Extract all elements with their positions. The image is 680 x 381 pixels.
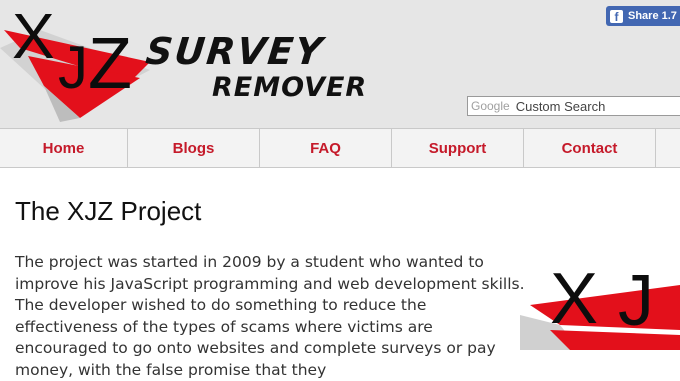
brand-survey-text: SURVEY bbox=[143, 30, 327, 73]
logo-letter-z: Z bbox=[88, 24, 132, 104]
facebook-share-button[interactable]: f Share 1.7 bbox=[606, 6, 680, 26]
site-logo[interactable]: X J Z SURVEY REMOVER bbox=[0, 0, 366, 128]
side-logo-letter-x: X bbox=[550, 259, 599, 339]
intro-paragraph: The project was started in 2009 by a stu… bbox=[15, 253, 525, 379]
side-logo-letter-j: J bbox=[618, 261, 654, 341]
main-navigation: Home Blogs FAQ Support Contact bbox=[0, 128, 680, 168]
brand-remover-text: REMOVER bbox=[212, 72, 368, 103]
share-label: Share 1.7 bbox=[628, 10, 677, 22]
search-placeholder: Custom Search bbox=[515, 98, 606, 114]
site-header: X J Z SURVEY REMOVER f Share 1.7 Google … bbox=[0, 0, 680, 128]
logo-letter-x: X bbox=[12, 0, 55, 72]
search-input[interactable]: Google Custom Search bbox=[467, 96, 680, 116]
side-logo-swoosh bbox=[520, 285, 680, 350]
side-logo-image: X J bbox=[520, 235, 680, 350]
logo-letter-j: J bbox=[58, 34, 88, 101]
google-brand-label: Google bbox=[471, 99, 510, 113]
facebook-icon: f bbox=[610, 9, 623, 23]
nav-item-blogs[interactable]: Blogs bbox=[128, 129, 260, 167]
nav-item-support[interactable]: Support bbox=[392, 129, 524, 167]
nav-item-contact[interactable]: Contact bbox=[524, 129, 656, 167]
nav-item-home[interactable]: Home bbox=[0, 129, 128, 167]
nav-item-faq[interactable]: FAQ bbox=[260, 129, 392, 167]
page-title: The XJZ Project bbox=[15, 196, 202, 226]
